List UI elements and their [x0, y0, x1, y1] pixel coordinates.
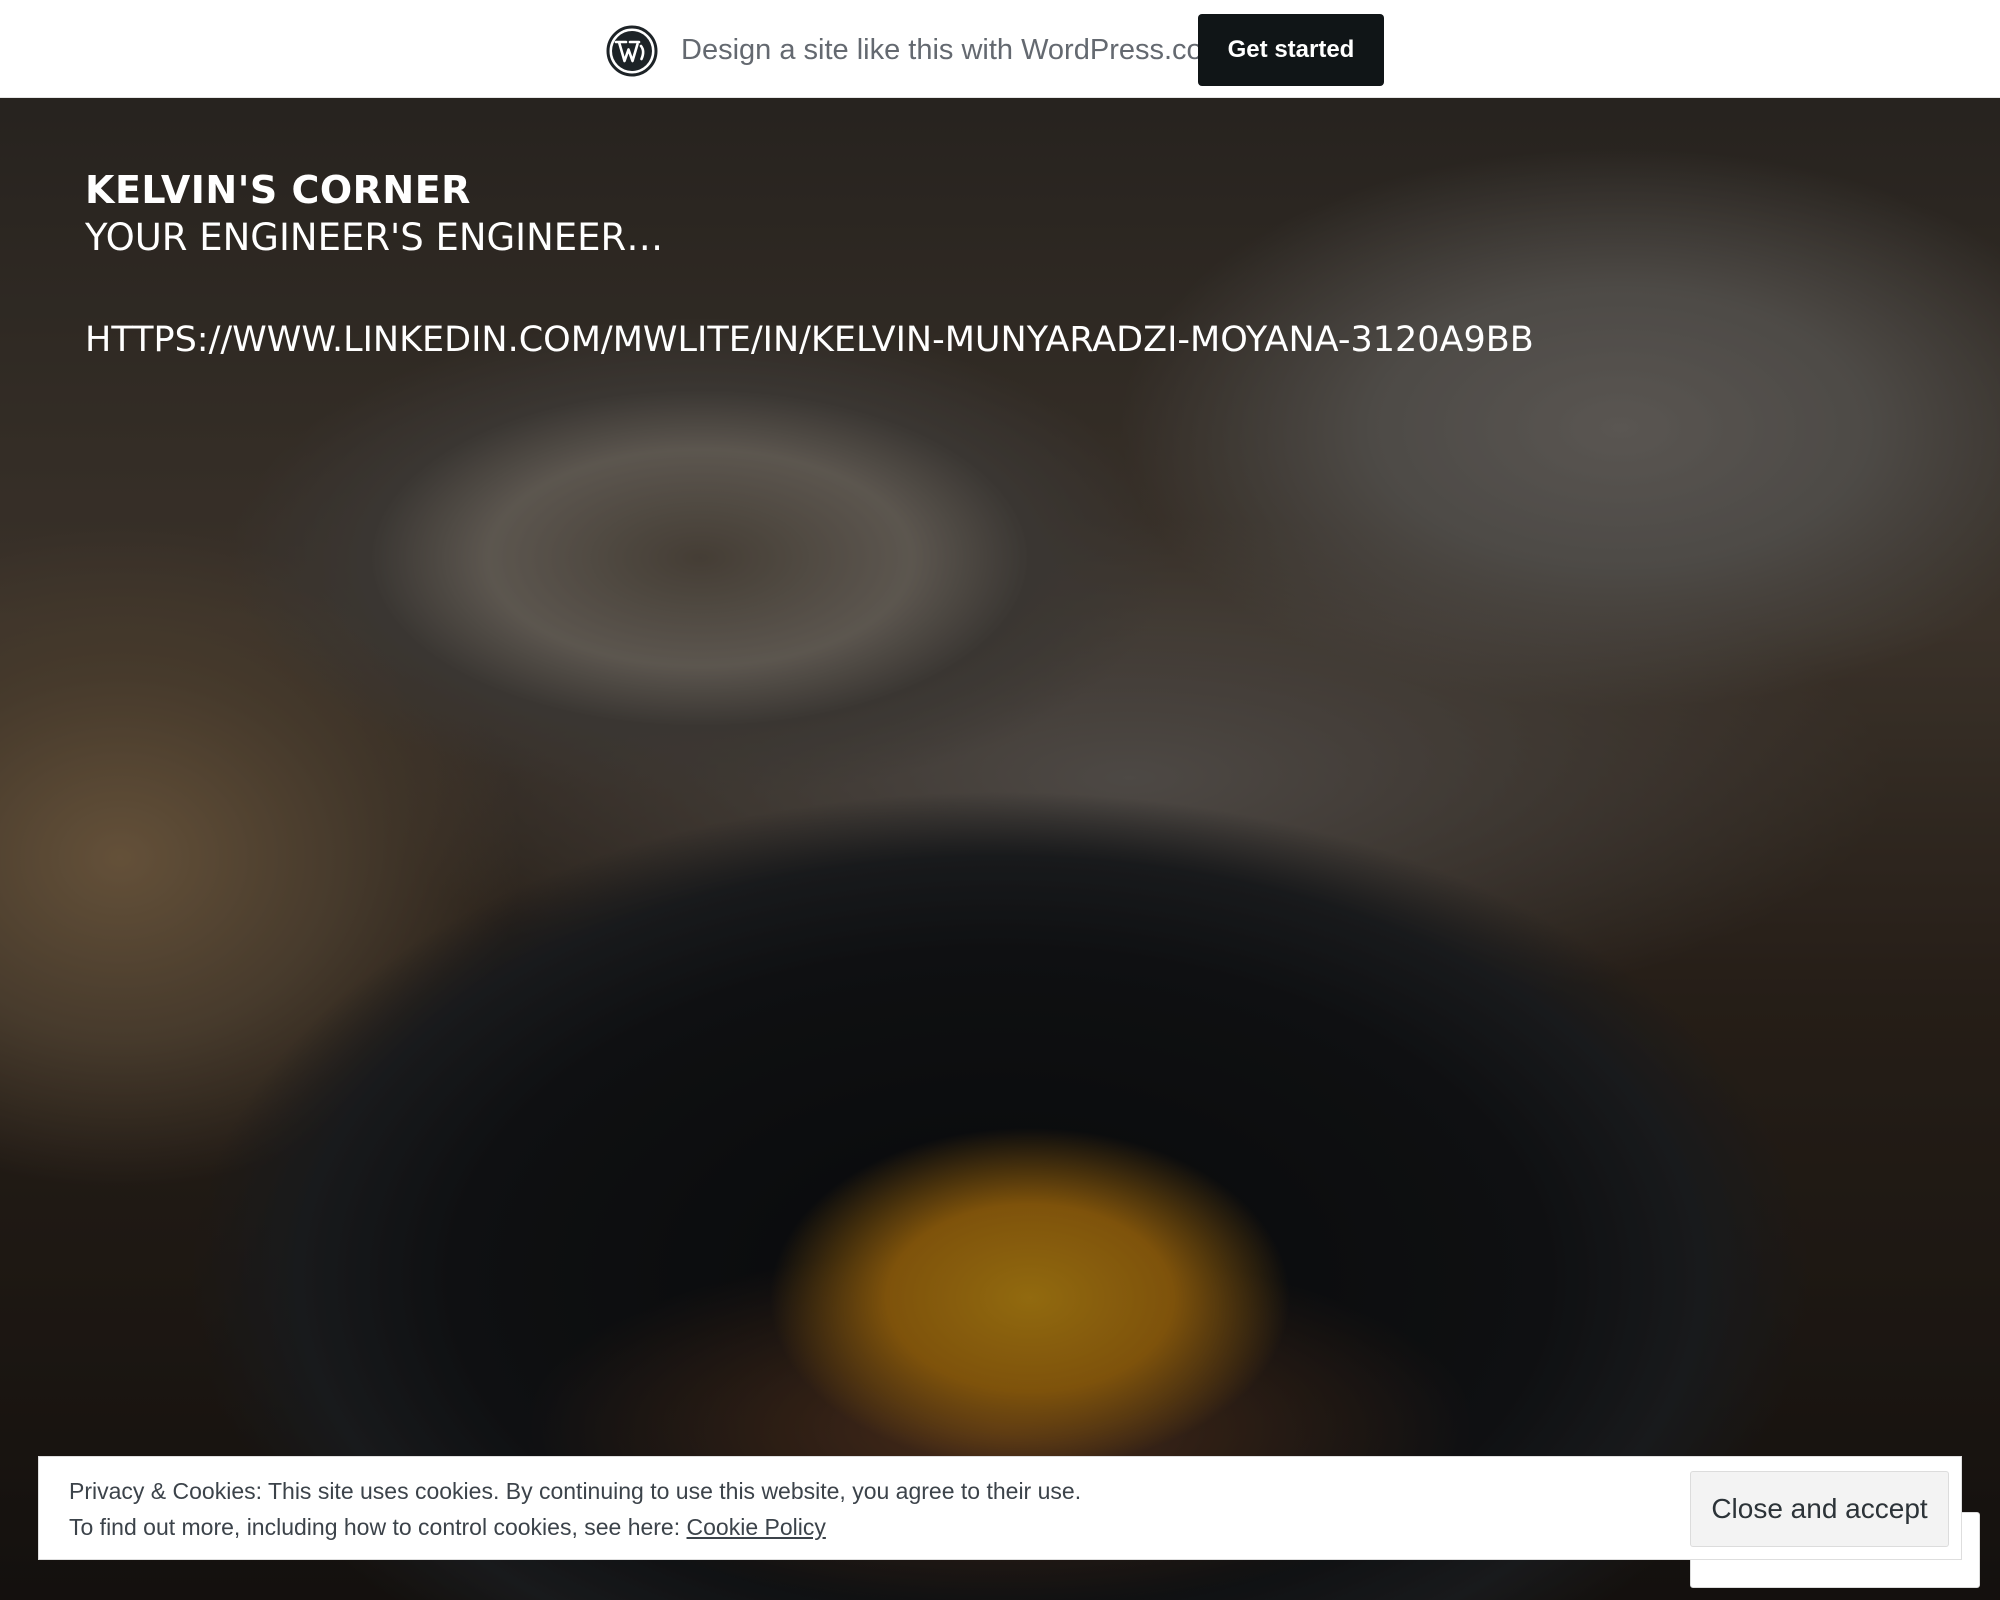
cookie-notice-text: Privacy & Cookies: This site uses cookie…: [69, 1478, 1082, 1504]
wordpress-tagline[interactable]: Design a site like this with WordPress.c…: [681, 30, 1227, 70]
cookie-banner: Privacy & Cookies: This site uses cookie…: [38, 1456, 1962, 1560]
site-title[interactable]: KELVIN'S CORNER: [85, 168, 471, 212]
cookie-message: Privacy & Cookies: This site uses cookie…: [69, 1473, 1081, 1545]
cookie-more-info: To find out more, including how to contr…: [69, 1509, 1081, 1545]
site-description: YOUR ENGINEER'S ENGINEER…: [85, 216, 664, 259]
linkedin-link[interactable]: HTTPS://WWW.LINKEDIN.COM/MWLITE/IN/KELVI…: [85, 320, 1534, 360]
close-and-accept-button[interactable]: Close and accept: [1690, 1471, 1949, 1547]
wordpress-logo-icon[interactable]: [606, 25, 658, 77]
cookie-policy-link[interactable]: Cookie Policy: [687, 1514, 826, 1540]
cookie-more-info-text: To find out more, including how to contr…: [69, 1514, 687, 1540]
header-background-image: KELVIN'S CORNER YOUR ENGINEER'S ENGINEER…: [0, 98, 2000, 1600]
wordpress-banner: Design a site like this with WordPress.c…: [0, 0, 2000, 98]
get-started-button[interactable]: Get started: [1198, 14, 1384, 86]
